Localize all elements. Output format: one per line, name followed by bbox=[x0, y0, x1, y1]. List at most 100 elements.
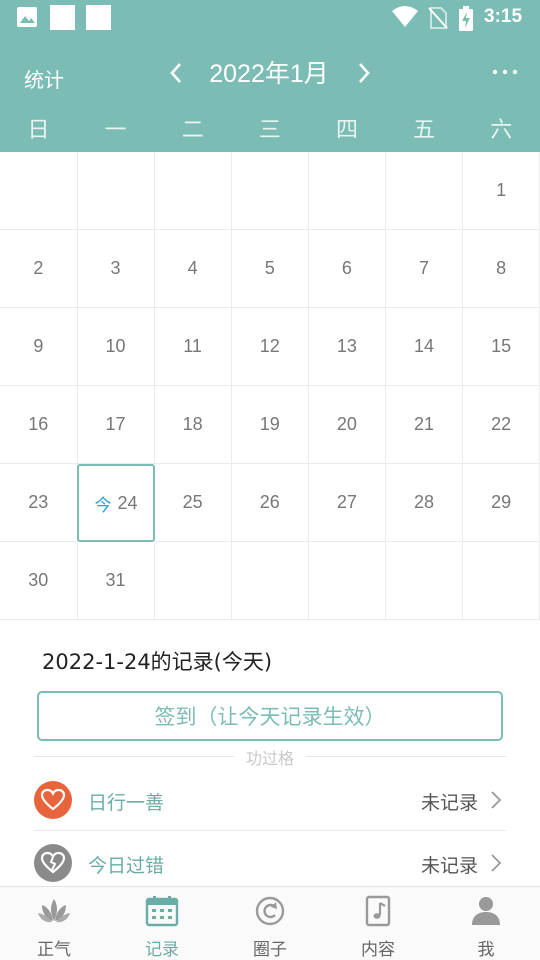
day-number: 6 bbox=[341, 258, 352, 278]
record-item-mistake[interactable]: 今日过错 未记录 bbox=[34, 832, 506, 894]
calendar-day-16[interactable]: 16 bbox=[0, 386, 78, 464]
day-number: 1 bbox=[496, 180, 507, 200]
calendar-day-15[interactable]: 15 bbox=[462, 308, 540, 386]
day-number: 26 bbox=[259, 492, 280, 512]
tab-zhengqi[interactable]: 正气 bbox=[0, 887, 108, 960]
calendar-day-26[interactable]: 26 bbox=[231, 464, 310, 542]
day-number: 4 bbox=[187, 258, 198, 278]
calendar-day-21[interactable]: 21 bbox=[385, 386, 464, 464]
row-separator bbox=[34, 830, 506, 831]
chevron-right-icon bbox=[491, 854, 502, 872]
calendar-day-17[interactable]: 17 bbox=[77, 386, 155, 464]
day-number: 12 bbox=[259, 336, 280, 356]
chevron-right-icon[interactable] bbox=[352, 58, 376, 88]
record-item-status: 未记录 bbox=[420, 792, 478, 814]
calendar-empty-cell bbox=[462, 542, 540, 620]
tab-content[interactable]: 内容 bbox=[324, 887, 432, 960]
calendar-day-12[interactable]: 12 bbox=[231, 308, 310, 386]
day-number: 31 bbox=[105, 570, 126, 590]
day-number: 9 bbox=[33, 336, 44, 356]
day-number: 15 bbox=[491, 336, 512, 356]
weekday-label: 二 bbox=[181, 118, 204, 143]
day-number: 8 bbox=[496, 258, 507, 278]
signin-button[interactable]: 签到（让今天记录生效） bbox=[37, 691, 503, 741]
chevron-left-icon[interactable] bbox=[164, 58, 188, 88]
tab-me[interactable]: 我 bbox=[432, 887, 540, 960]
stats-link[interactable]: 统计 bbox=[24, 64, 64, 93]
calendar-day-4[interactable]: 4 bbox=[154, 230, 232, 308]
calendar-day-1[interactable]: 1 bbox=[462, 152, 540, 230]
calendar-day-5[interactable]: 5 bbox=[231, 230, 310, 308]
day-number: 16 bbox=[28, 414, 49, 434]
calendar-day-20[interactable]: 20 bbox=[308, 386, 387, 464]
lotus-icon bbox=[38, 899, 70, 923]
weekday-label: 一 bbox=[104, 118, 127, 143]
calendar-day-7[interactable]: 7 bbox=[385, 230, 464, 308]
tab-label: 我 bbox=[477, 940, 495, 960]
calendar-empty-cell bbox=[231, 152, 310, 230]
calendar-empty-cell bbox=[231, 542, 310, 620]
tab-circle[interactable]: 圈子 bbox=[216, 887, 324, 960]
chevron-right-icon bbox=[491, 791, 502, 809]
calendar-empty-cell bbox=[385, 542, 464, 620]
calendar-day-29[interactable]: 29 bbox=[462, 464, 540, 542]
bottom-tab-bar: 正气 记录 圈子 内容 我 bbox=[0, 886, 540, 960]
tab-label: 正气 bbox=[37, 940, 71, 960]
more-options-icon[interactable] bbox=[490, 66, 520, 78]
weekday-label: 日 bbox=[27, 118, 50, 143]
section-divider: 功过格 bbox=[34, 745, 506, 768]
calendar-day-10[interactable]: 10 bbox=[77, 308, 155, 386]
calendar-header: 统计 2022年1月 日 一 二 三 四 五 六 bbox=[0, 36, 540, 152]
calendar-day-30[interactable]: 30 bbox=[0, 542, 78, 620]
clock-time: 3:15 bbox=[484, 6, 523, 27]
calendar-day-3[interactable]: 3 bbox=[77, 230, 155, 308]
calendar-day-19[interactable]: 19 bbox=[231, 386, 310, 464]
weekday-label: 五 bbox=[413, 118, 436, 143]
battery-charging-icon bbox=[459, 6, 473, 31]
today-tag: 今 bbox=[94, 495, 112, 516]
calendar-day-9[interactable]: 9 bbox=[0, 308, 78, 386]
day-number: 11 bbox=[183, 336, 202, 356]
calendar-day-18[interactable]: 18 bbox=[154, 386, 232, 464]
day-number: 21 bbox=[414, 414, 435, 434]
calendar-day-24[interactable]: 今 24 bbox=[77, 464, 155, 542]
day-number: 18 bbox=[182, 414, 203, 434]
image-notification-icon bbox=[17, 7, 37, 27]
status-bar: 3:15 bbox=[0, 0, 540, 36]
day-number: 20 bbox=[336, 414, 357, 434]
tab-label: 内容 bbox=[361, 940, 395, 960]
calendar-day-25[interactable]: 25 bbox=[154, 464, 232, 542]
calendar-empty-cell bbox=[0, 152, 78, 230]
day-number: 17 bbox=[105, 414, 126, 434]
day-number: 28 bbox=[414, 492, 435, 512]
day-number: 3 bbox=[110, 258, 121, 278]
calendar-day-14[interactable]: 14 bbox=[385, 308, 464, 386]
day-number: 30 bbox=[28, 570, 49, 590]
calendar-grid: 1 2 3 4 5 6 7 8 9 10 11 12 13 14 15 16 17 18 19 20 21 22 23 今 24… bbox=[0, 152, 540, 620]
calendar-empty-cell bbox=[308, 152, 387, 230]
tab-label: 记录 bbox=[145, 940, 179, 960]
calendar-day-27[interactable]: 27 bbox=[308, 464, 387, 542]
record-item-good-deed[interactable]: 日行一善 未记录 bbox=[34, 769, 506, 831]
heart-icon bbox=[34, 781, 72, 819]
calendar-day-6[interactable]: 6 bbox=[308, 230, 387, 308]
weekday-label: 六 bbox=[490, 118, 513, 143]
calendar-day-8[interactable]: 8 bbox=[462, 230, 540, 308]
day-number: 14 bbox=[414, 336, 435, 356]
calendar-day-23[interactable]: 23 bbox=[0, 464, 78, 542]
tab-records[interactable]: 记录 bbox=[108, 887, 216, 960]
user-icon bbox=[472, 897, 500, 925]
calendar-day-22[interactable]: 22 bbox=[462, 386, 540, 464]
calendar-day-2[interactable]: 2 bbox=[0, 230, 78, 308]
calendar-empty-cell bbox=[385, 152, 464, 230]
calendar-day-13[interactable]: 13 bbox=[308, 308, 387, 386]
circle-refresh-icon bbox=[255, 896, 285, 926]
calendar-empty-cell bbox=[154, 152, 232, 230]
notification-square-icon bbox=[86, 5, 111, 30]
calendar-day-11[interactable]: 11 bbox=[154, 308, 232, 386]
day-number: 7 bbox=[419, 258, 430, 278]
weekday-row: 日 一 二 三 四 五 六 bbox=[0, 112, 540, 148]
calendar-day-31[interactable]: 31 bbox=[77, 542, 155, 620]
calendar-day-28[interactable]: 28 bbox=[385, 464, 464, 542]
day-number: 27 bbox=[336, 492, 357, 512]
